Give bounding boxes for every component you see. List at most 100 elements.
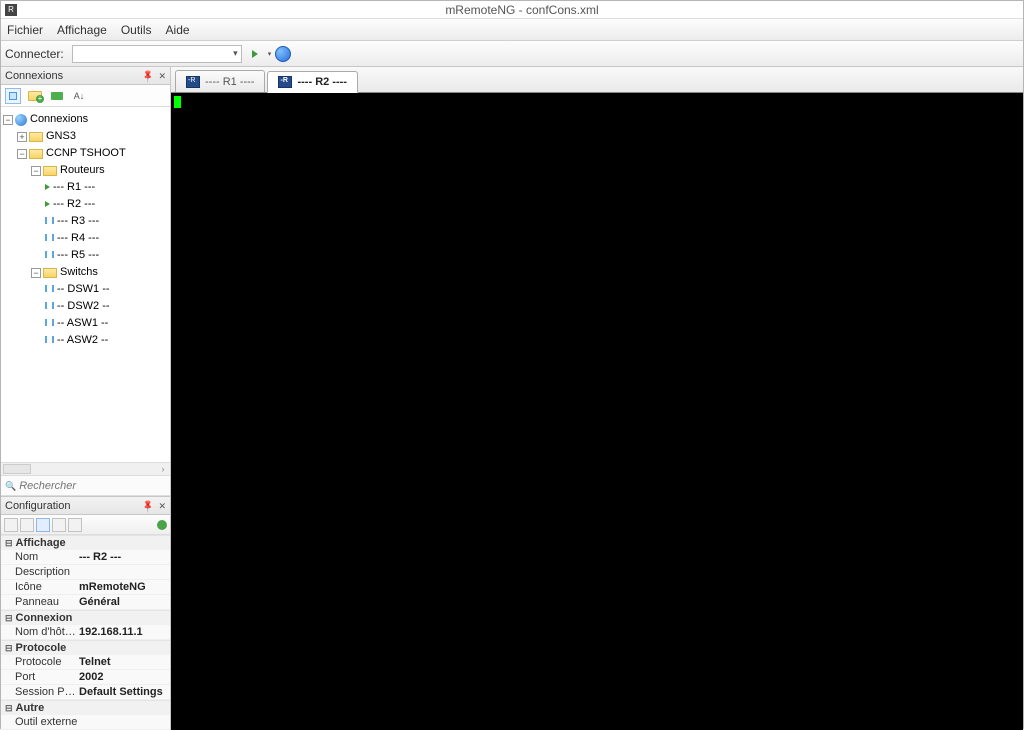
cfg-cat-connexion[interactable]: Connexion: [1, 610, 170, 625]
folder-icon: [29, 132, 43, 142]
tree-item-r4[interactable]: --- R4 ---: [45, 230, 170, 247]
cfg-cat-autre[interactable]: Autre: [1, 700, 170, 715]
expander-icon[interactable]: −: [31, 166, 41, 176]
tree-scrollbar[interactable]: ›: [1, 462, 170, 476]
tree-folder-gns3[interactable]: + GNS3: [17, 128, 170, 145]
scrollbar-thumb[interactable]: [3, 464, 31, 474]
cfg-row-panneau[interactable]: PanneauGénéral: [1, 595, 170, 610]
folder-label: CCNP TSHOOT: [46, 145, 126, 162]
main-area: ---- R1 ---- ---- R2 ----: [171, 67, 1023, 730]
tree-root[interactable]: − Connexions + GNS3 − CCNP TSHOOT: [3, 111, 170, 349]
expander-icon[interactable]: +: [17, 132, 27, 142]
new-folder-icon[interactable]: [28, 91, 42, 101]
cfg-row-port[interactable]: Port2002: [1, 670, 170, 685]
tree-item-r3[interactable]: --- R3 ---: [45, 213, 170, 230]
terminal-view[interactable]: [171, 93, 1023, 730]
cfg-row-nom[interactable]: Nom--- R2 ---: [1, 550, 170, 565]
connect-play-icon[interactable]: [246, 45, 264, 63]
cfg-row-description[interactable]: Description: [1, 565, 170, 580]
tree-item-r1[interactable]: --- R1 ---: [45, 179, 170, 196]
folder-icon: [43, 268, 57, 278]
tab-label: ---- R2 ----: [297, 76, 346, 88]
sort-icon[interactable]: [71, 88, 87, 104]
tab-r1[interactable]: ---- R1 ----: [175, 70, 265, 92]
connect-play-dropdown[interactable]: ▾: [268, 50, 272, 58]
search-input[interactable]: [19, 480, 139, 492]
menu-help[interactable]: Aide: [166, 23, 190, 37]
tree-folder-routeurs[interactable]: − Routeurs --- R1 --- --- R2 --- --- R3 …: [31, 162, 170, 264]
tree-item-asw1[interactable]: -- ASW1 --: [45, 315, 170, 332]
pause-icon: [45, 247, 57, 264]
pin-icon[interactable]: [143, 500, 154, 512]
folder-label: GNS3: [46, 128, 76, 145]
tree-item-asw2[interactable]: -- ASW2 --: [45, 332, 170, 349]
search-row: [1, 476, 170, 496]
connect-toolbar: Connecter: ▾: [1, 41, 1023, 67]
play-icon: [45, 196, 53, 213]
pause-icon: [45, 281, 57, 298]
connections-panel-header: Connexions: [1, 67, 170, 85]
folder-label: Switchs: [60, 264, 98, 281]
pause-icon: [45, 315, 57, 332]
cfg-row-icone[interactable]: IcônemRemoteNG: [1, 580, 170, 595]
tree-item-dsw1[interactable]: -- DSW1 --: [45, 281, 170, 298]
connections-toolbar: [1, 85, 170, 107]
tab-icon: [278, 76, 292, 88]
tree-root-label: Connexions: [30, 111, 88, 128]
tree-item-label: -- DSW1 --: [57, 281, 110, 298]
tree-item-r5[interactable]: --- R5 ---: [45, 247, 170, 264]
connections-tree[interactable]: − Connexions + GNS3 − CCNP TSHOOT: [1, 107, 170, 462]
expander-icon[interactable]: −: [17, 149, 27, 159]
tree-folder-switchs[interactable]: − Switchs -- DSW1 -- -- DSW2 -- -- ASW1 …: [31, 264, 170, 349]
pin-icon[interactable]: [143, 70, 154, 82]
globe-icon: [15, 114, 27, 126]
cfg-cat-affichage[interactable]: Affichage: [1, 535, 170, 550]
cfg-grid-icon[interactable]: [36, 518, 50, 532]
search-icon: [5, 480, 16, 492]
cfg-inherit-icon[interactable]: [68, 518, 82, 532]
tree-item-dsw2[interactable]: -- DSW2 --: [45, 298, 170, 315]
scrollbar-arrow[interactable]: ›: [156, 464, 170, 474]
cfg-cat-protocole[interactable]: Protocole: [1, 640, 170, 655]
menu-view[interactable]: Affichage: [57, 23, 107, 37]
tree-item-label: --- R3 ---: [57, 213, 99, 230]
config-panel: Configuration Affichage Nom--- R2 --- De…: [1, 496, 170, 730]
cfg-row-outil[interactable]: Outil externe: [1, 715, 170, 730]
connections-panel-title: Connexions: [5, 70, 143, 82]
left-column: Connexions − Connexions +: [1, 67, 171, 730]
expander-icon[interactable]: −: [31, 268, 41, 278]
terminal-cursor: [174, 96, 181, 108]
menu-tools[interactable]: Outils: [121, 23, 152, 37]
connect-icon[interactable]: [51, 92, 63, 100]
tree-item-label: -- ASW2 --: [57, 332, 108, 349]
cfg-categorized-icon[interactable]: [4, 518, 18, 532]
close-icon[interactable]: [158, 500, 166, 512]
tree-item-r2[interactable]: --- R2 ---: [45, 196, 170, 213]
cfg-row-host[interactable]: Nom d'hôte / I192.168.11.1: [1, 625, 170, 640]
menu-file[interactable]: Fichier: [7, 23, 43, 37]
cfg-row-protocole[interactable]: ProtocoleTelnet: [1, 655, 170, 670]
tree-folder-ccnp[interactable]: − CCNP TSHOOT − Routeurs --- R1 ---: [17, 145, 170, 349]
folder-icon: [43, 166, 57, 176]
cfg-sort-icon[interactable]: [20, 518, 34, 532]
close-icon[interactable]: [158, 70, 166, 82]
tab-r2[interactable]: ---- R2 ----: [267, 71, 357, 93]
play-icon: [45, 179, 53, 196]
globe-icon[interactable]: [275, 46, 291, 62]
tree-item-label: -- ASW1 --: [57, 315, 108, 332]
expander-icon[interactable]: −: [3, 115, 13, 125]
config-toolbar: [1, 515, 170, 535]
tab-label: ---- R1 ----: [205, 76, 254, 88]
config-panel-title: Configuration: [5, 500, 143, 512]
tree-item-label: --- R4 ---: [57, 230, 99, 247]
config-grid[interactable]: Affichage Nom--- R2 --- Description Icôn…: [1, 535, 170, 730]
tabs-bar: ---- R1 ---- ---- R2 ----: [171, 67, 1023, 93]
cfg-status-icon: [157, 520, 167, 530]
cfg-props-icon[interactable]: [52, 518, 66, 532]
connect-dropdown[interactable]: [72, 45, 242, 63]
config-panel-header: Configuration: [1, 497, 170, 515]
new-connection-icon[interactable]: [5, 88, 21, 104]
cfg-row-putty[interactable]: Session PuTTDefault Settings: [1, 685, 170, 700]
pause-icon: [45, 213, 57, 230]
folder-label: Routeurs: [60, 162, 105, 179]
